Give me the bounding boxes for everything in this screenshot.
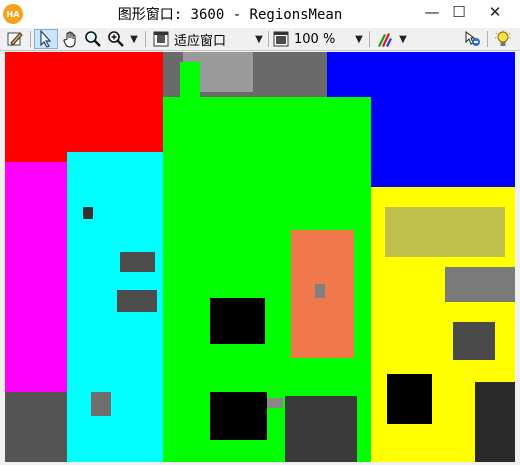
zoom-percent-label: 100 %	[294, 31, 336, 47]
zoom-percent-dropdown-arrow[interactable]: ▼	[352, 29, 366, 49]
graphics-window: HA 图形窗口: 3600 - RegionsMean — ☐ ✕ ▼ 适应窗口…	[0, 0, 520, 465]
zoom-mode-dropdown-icon[interactable]: ▼	[127, 29, 141, 49]
dark-door	[285, 396, 357, 462]
maximize-button[interactable]: ☐	[446, 0, 472, 24]
zoom-percent-dropdown[interactable]: 100 %	[272, 29, 350, 49]
magenta-region	[5, 162, 67, 407]
window-title: 图形窗口: 3600 - RegionsMean	[117, 7, 343, 23]
gray-bottom-left	[5, 392, 67, 462]
zoom-percent-icon	[273, 31, 289, 47]
hand-pan-icon[interactable]	[60, 29, 82, 49]
cyan-shadow-patch-1	[120, 252, 155, 272]
magnifier-icon[interactable]	[83, 29, 103, 49]
black-window-upper	[210, 298, 265, 344]
cyan-shadow-patch-2	[117, 290, 157, 312]
edit-pencil-icon[interactable]	[4, 29, 26, 49]
orange-gray-spot	[315, 284, 325, 298]
fit-window-dropdown[interactable]: 适应窗口	[152, 29, 242, 49]
yellow-shadow-band	[385, 207, 505, 257]
green-antenna	[180, 62, 200, 102]
zoom-in-icon[interactable]	[105, 29, 127, 49]
yellow-gray-block	[445, 267, 515, 302]
black-window-lower	[210, 392, 267, 440]
yellow-dark-window	[453, 322, 495, 360]
fit-window-label: 适应窗口	[174, 33, 227, 49]
toolbar: ▼ 适应窗口 ▼ 100 % ▼ ▼	[0, 28, 520, 51]
title-bar: HA 图形窗口: 3600 - RegionsMean — ☐ ✕	[0, 0, 520, 28]
color-dropdown-arrow[interactable]: ▼	[396, 29, 410, 49]
yellow-black-window	[387, 374, 432, 424]
gray-sill	[267, 398, 283, 408]
close-button[interactable]: ✕	[472, 0, 518, 24]
image-canvas[interactable]	[5, 52, 515, 462]
lightbulb-icon[interactable]	[492, 29, 514, 49]
fit-window-dropdown-arrow[interactable]: ▼	[252, 29, 266, 49]
minimize-button[interactable]: —	[418, 0, 446, 24]
cyan-window-1	[83, 207, 93, 219]
yellow-dark-edge	[475, 382, 515, 462]
pixel-info-icon[interactable]	[461, 29, 483, 49]
pointer-icon[interactable]	[34, 29, 58, 49]
color-palette-icon[interactable]	[374, 29, 396, 49]
fit-window-icon	[153, 31, 169, 47]
cyan-bottom-patch	[91, 392, 111, 416]
